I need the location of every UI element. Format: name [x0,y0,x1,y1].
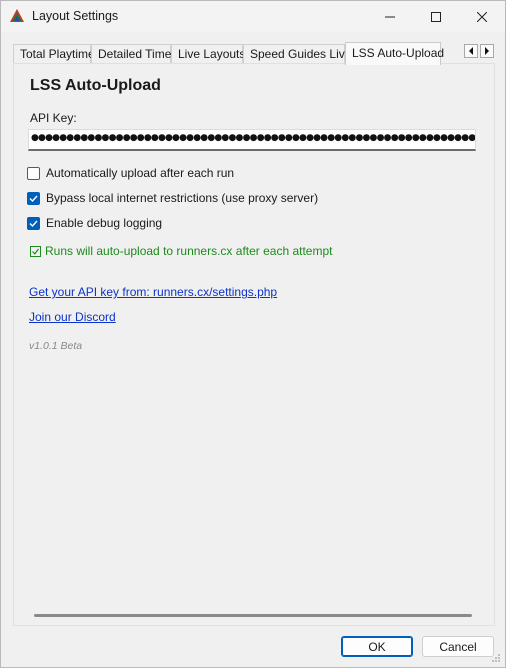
debug-logging-checkbox[interactable] [27,216,40,230]
tab-speed-guides-live[interactable]: Speed Guides Live [243,44,351,64]
status-message: Runs will auto-upload to runners.cx afte… [30,244,332,258]
resize-grip-icon[interactable] [491,653,501,663]
arrow-right-icon [485,47,489,55]
tab-strip: Total Playtime Detailed Timer Live Layou… [13,42,495,65]
api-key-label: API Key: [30,111,77,125]
tab-label: Live Layouts [178,47,246,61]
tab-scroll-right-button[interactable] [480,44,494,58]
tab-total-playtime[interactable]: Total Playtime [13,44,95,64]
tab-label: LSS Auto-Upload [352,46,445,60]
window-title: Layout Settings [32,9,119,23]
auto-upload-checkbox-row[interactable]: Automatically upload after each run [27,165,234,181]
bypass-proxy-label: Bypass local internet restrictions (use … [46,191,319,205]
tab-detailed-timer[interactable]: Detailed Timer [91,44,175,64]
close-button[interactable] [459,1,505,32]
tab-scroll-left-button[interactable] [464,44,478,58]
tab-live-layouts[interactable]: Live Layouts [171,44,246,64]
bypass-proxy-checkbox[interactable] [27,191,40,205]
api-key-link[interactable]: Get your API key from: runners.cx/settin… [29,285,277,299]
maximize-icon [431,11,441,22]
status-text: Runs will auto-upload to runners.cx afte… [45,244,333,258]
checkmark-icon [29,220,38,227]
maximize-button[interactable] [413,1,459,32]
auto-upload-label: Automatically upload after each run [46,166,235,180]
title-bar[interactable]: Layout Settings [1,1,505,32]
layout-settings-window: Layout Settings Total Playtime Detailed … [0,0,506,668]
tab-label: Detailed Timer [98,47,176,61]
auto-upload-checkbox[interactable] [27,166,40,180]
check-box-icon [30,245,41,257]
debug-logging-label: Enable debug logging [46,216,163,230]
tab-panel-lss-auto-upload: LSS Auto-Upload API Key: ●●●●●●●●●●●●●●●… [13,63,495,626]
minimize-button[interactable] [367,1,413,32]
api-key-input[interactable]: ●●●●●●●●●●●●●●●●●●●●●●●●●●●●●●●●●●●●●●●●… [28,129,476,151]
app-logo-icon [10,9,24,22]
arrow-left-icon [469,47,473,55]
tab-label: Speed Guides Live [250,47,352,61]
bypass-proxy-checkbox-row[interactable]: Bypass local internet restrictions (use … [27,190,318,206]
checkmark-icon [29,195,38,202]
discord-link[interactable]: Join our Discord [29,310,116,324]
tab-lss-auto-upload[interactable]: LSS Auto-Upload [345,42,445,65]
debug-logging-checkbox-row[interactable]: Enable debug logging [27,215,162,231]
close-icon [477,11,487,22]
section-title: LSS Auto-Upload [30,77,161,94]
ok-button[interactable]: OK [341,636,413,657]
horizontal-scrollbar[interactable] [34,614,472,617]
cancel-button[interactable]: Cancel [422,636,494,657]
minimize-icon [385,16,395,17]
version-label: v1.0.1 Beta [29,340,83,352]
tab-label: Total Playtime [20,47,95,61]
